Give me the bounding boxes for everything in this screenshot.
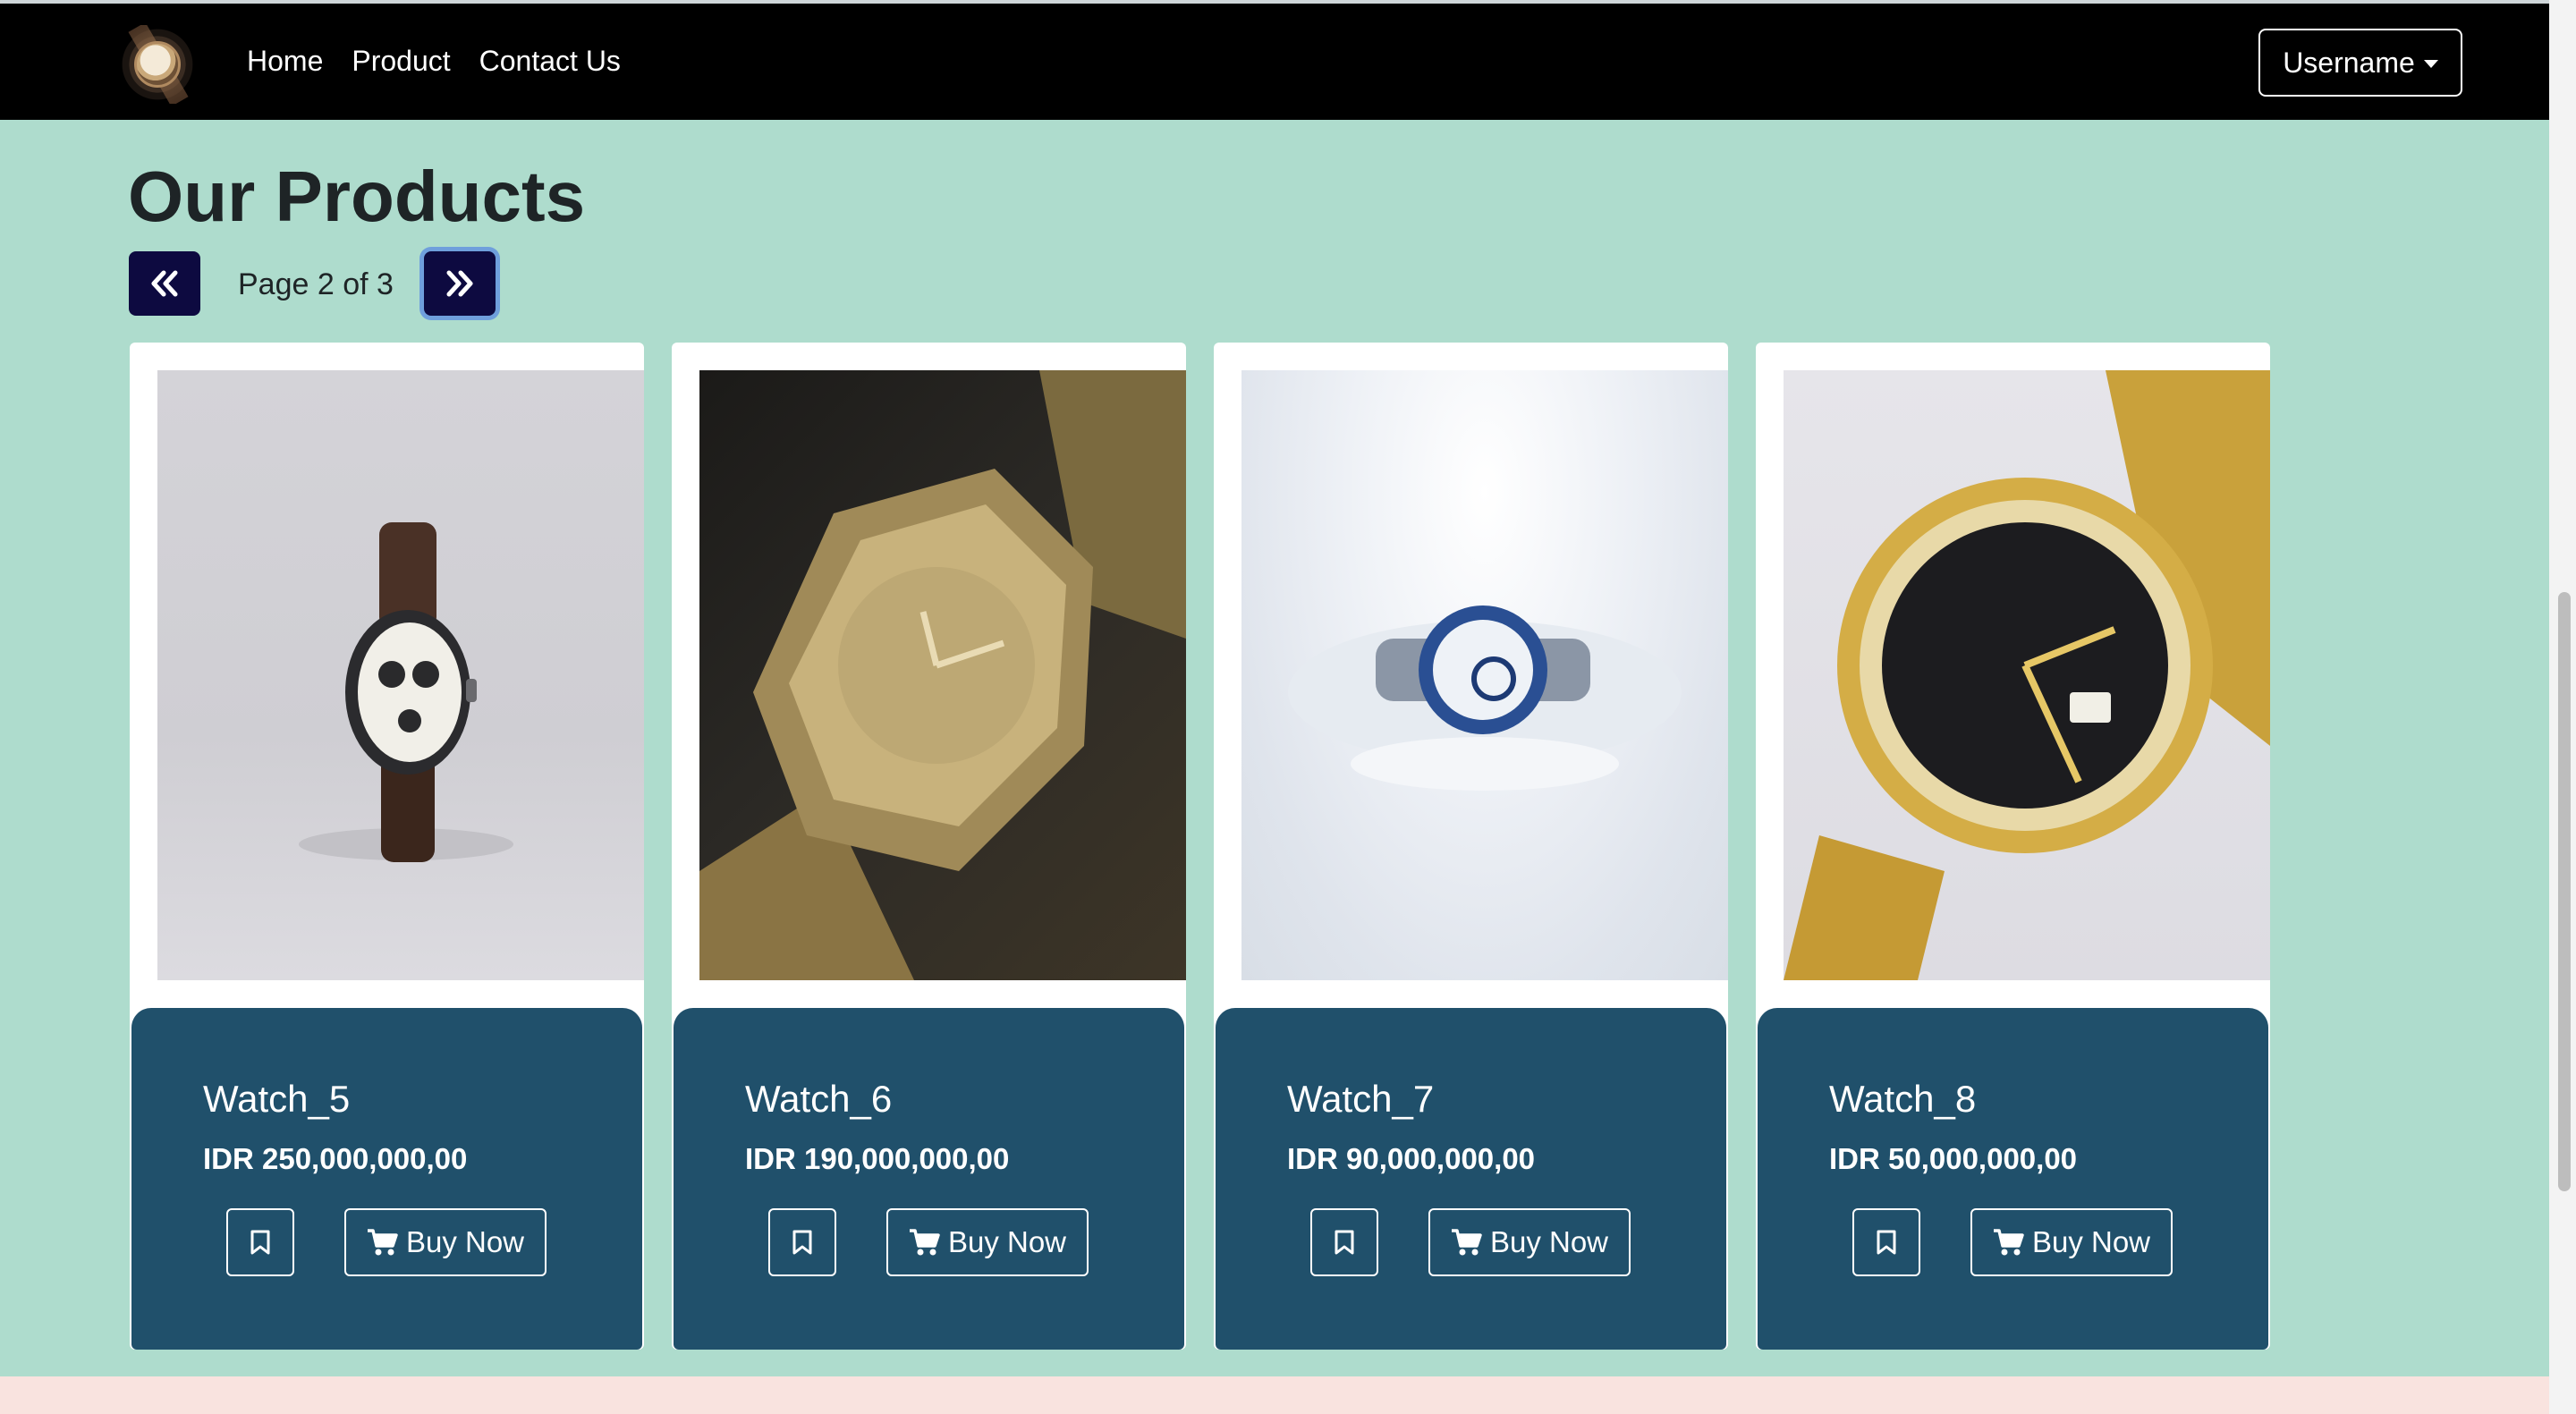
product-card: Watch_7 IDR 90,000,000,00 Buy Now (1214, 343, 1728, 1350)
product-image-watch-5[interactable] (157, 370, 644, 980)
nav-link-home[interactable]: Home (247, 45, 323, 78)
page: Home Product Contact Us Username Our Pro… (0, 0, 2549, 1414)
watch-photo-icon (1288, 605, 1682, 791)
product-price: IDR 250,000,000,00 (203, 1142, 468, 1175)
product-card: Watch_5 IDR 250,000,000,00 Buy Now (130, 343, 644, 1350)
bookmark-icon (250, 1230, 270, 1255)
logo-face (134, 41, 181, 88)
product-price: IDR 50,000,000,00 (1829, 1142, 2078, 1175)
cart-icon (367, 1229, 398, 1256)
cart-icon (909, 1229, 940, 1256)
product-name: Watch_8 (1829, 1078, 1977, 1120)
product-name: Watch_6 (745, 1078, 893, 1120)
watch-photo-icon (1784, 370, 2270, 980)
buy-now-button[interactable]: Buy Now (1428, 1208, 1631, 1276)
nav-links: Home Product Contact Us (247, 45, 621, 78)
product-image-watch-8[interactable] (1784, 370, 2270, 980)
double-chevron-right-icon (446, 270, 473, 297)
next-page-button[interactable] (424, 251, 496, 316)
scrollbar-thumb[interactable] (2558, 592, 2571, 1191)
user-menu-button[interactable]: Username (2258, 29, 2462, 97)
product-card: Watch_6 IDR 190,000,000,00 Buy Now (672, 343, 1186, 1350)
product-card-body: Watch_8 IDR 50,000,000,00 Buy Now (1758, 1008, 2268, 1350)
buy-now-button[interactable]: Buy Now (1970, 1208, 2173, 1276)
nav-link-product[interactable]: Product (352, 45, 450, 78)
product-card-body: Watch_6 IDR 190,000,000,00 Buy Now (674, 1008, 1184, 1350)
buy-now-label: Buy Now (1489, 1225, 1609, 1258)
buy-now-label: Buy Now (405, 1225, 525, 1258)
navbar: Home Product Contact Us Username (0, 4, 2549, 120)
products-section: Our Products Page 2 of 3 Watch_5 IDR 250… (0, 120, 2549, 1376)
buy-now-label: Buy Now (2031, 1225, 2151, 1258)
product-price: IDR 90,000,000,00 (1287, 1142, 1536, 1175)
caret-down-icon (2423, 59, 2438, 68)
watch-logo-icon[interactable] (114, 25, 200, 104)
bookmark-button[interactable] (1852, 1208, 1920, 1276)
bookmark-button[interactable] (226, 1208, 294, 1276)
watch-photo-icon (699, 370, 1186, 980)
product-name: Watch_5 (203, 1078, 351, 1120)
product-price: IDR 190,000,000,00 (745, 1142, 1010, 1175)
buy-now-label: Buy Now (947, 1225, 1067, 1258)
watch-photo-icon (299, 522, 513, 862)
bookmark-icon (792, 1230, 812, 1255)
bookmark-button[interactable] (1310, 1208, 1378, 1276)
cart-icon (1993, 1229, 2024, 1256)
previous-page-button[interactable] (129, 251, 200, 316)
nav-link-contact-us[interactable]: Contact Us (479, 45, 621, 78)
page-title: Our Products (128, 157, 586, 236)
product-card-body: Watch_5 IDR 250,000,000,00 Buy Now (131, 1008, 642, 1350)
product-card-body: Watch_7 IDR 90,000,000,00 Buy Now (1216, 1008, 1726, 1350)
bookmark-icon (1335, 1230, 1354, 1255)
product-image-watch-6[interactable] (699, 370, 1186, 980)
buy-now-button[interactable]: Buy Now (886, 1208, 1089, 1276)
bookmark-icon (1877, 1230, 1896, 1255)
product-name: Watch_7 (1287, 1078, 1435, 1120)
product-card: Watch_8 IDR 50,000,000,00 Buy Now (1756, 343, 2270, 1350)
user-menu-label: Username (2283, 46, 2415, 79)
bookmark-button[interactable] (768, 1208, 836, 1276)
page-indicator: Page 2 of 3 (238, 267, 394, 301)
vertical-scrollbar[interactable] (2549, 0, 2576, 1414)
cart-icon (1451, 1229, 1482, 1256)
double-chevron-left-icon (151, 270, 178, 297)
buy-now-button[interactable]: Buy Now (344, 1208, 547, 1276)
product-image-watch-7[interactable] (1241, 370, 1728, 980)
